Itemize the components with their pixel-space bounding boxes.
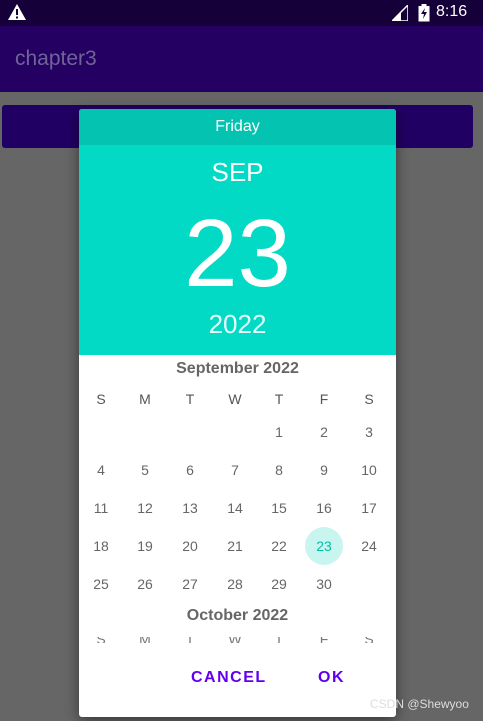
calendar-day[interactable]: 30 [305,565,343,603]
date-picker-dialog: Friday SEP 23 2022 September 2022 SMTWTF… [79,109,396,717]
calendar-day[interactable]: 7 [216,451,254,489]
weekday-label: F [319,391,329,407]
weekday-label: M [139,391,151,407]
header-month[interactable]: SEP [79,157,396,188]
weekday-label: S [81,637,121,643]
weekday-label: S [349,637,389,643]
calendar-day[interactable]: 13 [171,489,209,527]
calendar-day[interactable]: 8 [260,451,298,489]
battery-icon [418,4,430,26]
header-day[interactable]: 23 [79,199,396,309]
calendar-day[interactable]: 19 [126,527,164,565]
weekday-label: M [125,637,165,643]
calendar-day[interactable]: 9 [305,451,343,489]
weekday-label: W [215,637,255,643]
calendar-day[interactable]: 25 [82,565,120,603]
calendar-day[interactable]: 5 [126,451,164,489]
watermark: CSDN @Shewyoo [370,697,469,711]
calendar-day[interactable]: 15 [260,489,298,527]
weekday-label: T [185,391,195,407]
calendar-day[interactable]: 14 [216,489,254,527]
header-day-name: Friday [79,109,396,145]
weekday-label: S [364,391,374,407]
calendar-day[interactable]: 6 [171,451,209,489]
calendar-day[interactable]: 3 [350,413,388,451]
calendar-day[interactable]: 11 [82,489,120,527]
warning-icon [8,4,26,24]
month-title-september: September 2022 [176,360,299,377]
calendar-day[interactable]: 16 [305,489,343,527]
weekday-label: S [96,391,106,407]
header-year[interactable]: 2022 [79,309,396,340]
cancel-button[interactable]: CANCEL [191,669,267,687]
calendar-day[interactable]: 29 [260,565,298,603]
calendar-day[interactable]: 20 [171,527,209,565]
calendar-day[interactable]: 24 [350,527,388,565]
calendar-day[interactable]: 10 [350,451,388,489]
calendar-day[interactable]: 22 [260,527,298,565]
weekday-label: T [170,637,210,643]
calendar-day[interactable]: 18 [82,527,120,565]
status-time: 8:16 [436,3,468,20]
weekday-label: W [228,391,242,407]
calendar-day[interactable]: 28 [216,565,254,603]
weekday-label: T [274,391,284,407]
month-title-october: October 2022 [186,607,289,624]
weekday-label: T [259,637,299,643]
ok-button[interactable]: OK [318,669,345,687]
app-title: chapter3 [15,47,97,70]
date-picker-header: Friday SEP 23 2022 [79,109,396,355]
selected-day[interactable]: 23 [305,527,343,565]
status-bar: 8:16 [0,0,483,26]
weekday-label: F [304,637,344,643]
calendar-day[interactable]: 4 [82,451,120,489]
calendar-day[interactable]: 17 [350,489,388,527]
calendar-day[interactable]: 1 [260,413,298,451]
calendar-day[interactable]: 26 [126,565,164,603]
next-month-weekday-row: SMTWTFS [79,637,396,643]
calendar-day[interactable]: 27 [171,565,209,603]
signal-icon [390,3,409,25]
calendar-day[interactable]: 12 [126,489,164,527]
calendar-day[interactable]: 2 [305,413,343,451]
calendar-day[interactable]: 21 [216,527,254,565]
